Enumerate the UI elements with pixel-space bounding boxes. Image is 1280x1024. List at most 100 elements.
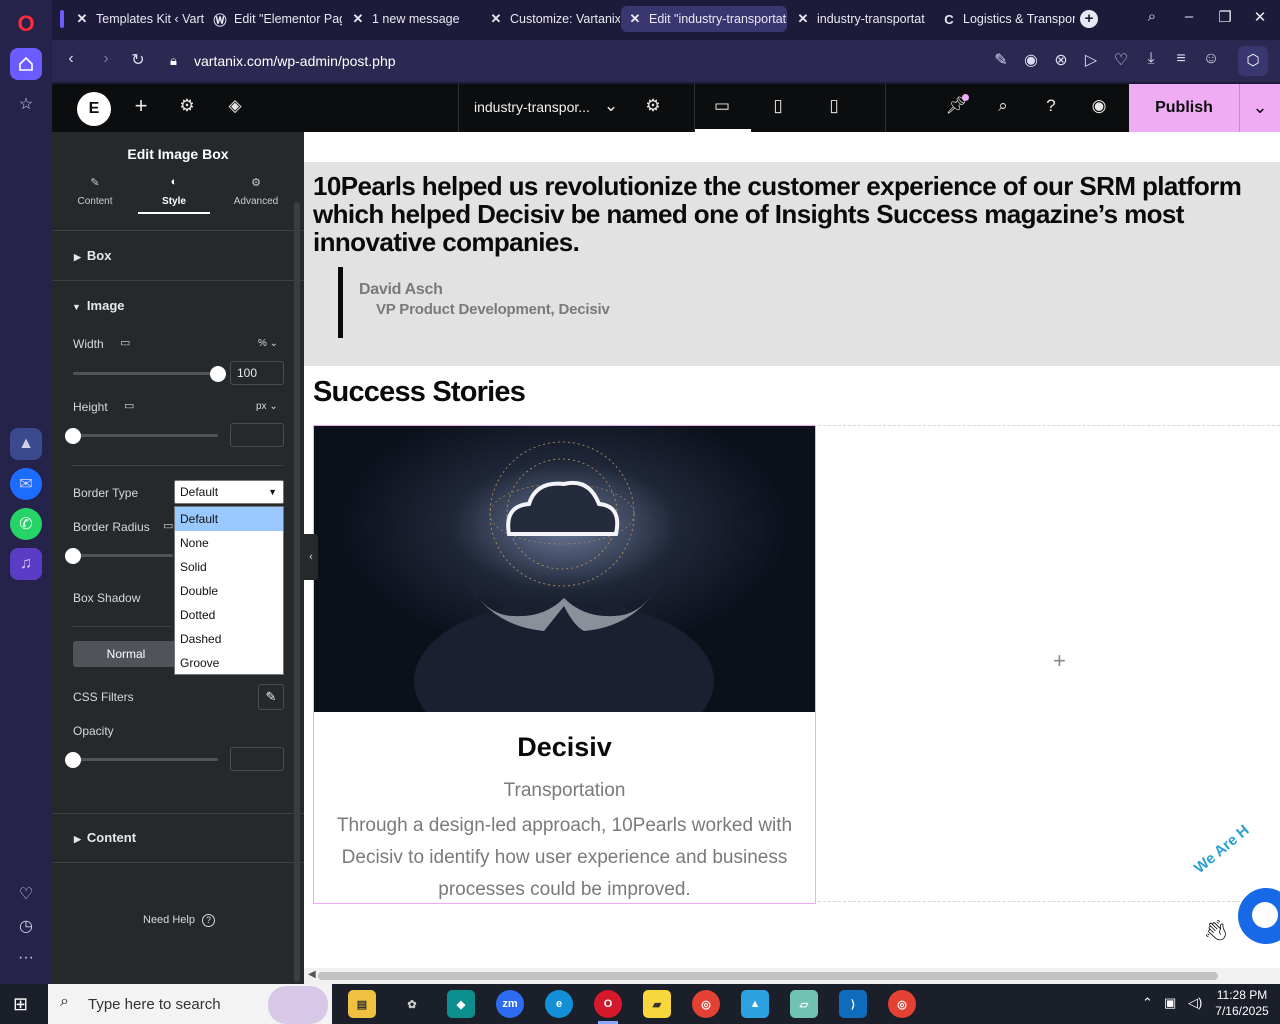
scrollbar-thumb[interactable] [318, 972, 1218, 980]
aria-app-icon[interactable]: ▲ [10, 428, 42, 460]
search-icon[interactable]: ⌕ [990, 96, 1016, 120]
tab-edit-elementor-page[interactable]: Ⓦ Edit "Elementor Page [206, 6, 342, 32]
new-tab-button[interactable]: + [1080, 10, 1098, 28]
opacity-slider-handle[interactable] [65, 752, 81, 768]
width-unit-select[interactable]: % ⌄ [258, 338, 278, 349]
tab-advanced[interactable]: ⚙ Advanced [224, 176, 288, 214]
tab-logistics[interactable]: C Logistics & Transport [935, 6, 1075, 32]
profile-icon[interactable]: ☺ [1200, 50, 1222, 68]
page-name[interactable]: industry-transpor... [474, 99, 590, 115]
volume-icon[interactable]: ◁) [1188, 995, 1202, 1011]
photos-icon[interactable]: ▲ [741, 990, 769, 1018]
edge-icon[interactable]: e [545, 990, 573, 1018]
messenger-icon[interactable]: ✉ [10, 468, 42, 500]
site-settings-icon[interactable]: ⚙︎ [174, 96, 200, 120]
tab-content[interactable]: ✎ Content [66, 176, 124, 214]
section-content[interactable]: ▶ Content [74, 830, 136, 845]
tab-edit-industry-transport[interactable]: ✕ Edit "industry-transportati [621, 6, 787, 32]
more-icon[interactable]: ··· [10, 942, 42, 974]
option-dotted[interactable]: Dotted [175, 603, 283, 627]
publish-options-chevron-icon[interactable]: ⌄ [1239, 84, 1280, 132]
border-radius-slider-handle[interactable] [65, 548, 81, 564]
sticky-notes-icon[interactable]: ▰ [643, 990, 671, 1018]
tab-customize[interactable]: ✕ Customize: Vartanix [482, 6, 620, 32]
section-image[interactable]: ▼ Image [72, 298, 125, 313]
height-input[interactable] [230, 423, 284, 447]
help-icon[interactable]: ? [1038, 96, 1064, 120]
normal-state-tab[interactable]: Normal [73, 641, 179, 667]
vscode-icon[interactable]: ⟩ [839, 990, 867, 1018]
page-settings-icon[interactable]: ⚙ [640, 96, 666, 120]
responsive-desktop-icon[interactable]: ▭ [163, 519, 173, 532]
heart-icon[interactable]: ♡ [10, 878, 42, 910]
opacity-slider[interactable] [65, 752, 218, 768]
option-default[interactable]: Default [175, 507, 283, 531]
restore-button[interactable]: ❐ [1213, 8, 1237, 26]
scroll-left-icon[interactable]: ◀ [308, 969, 316, 980]
tablet-icon[interactable]: ▯ [765, 96, 791, 120]
image-box-card[interactable]: Decisiv Transportation Through a design-… [313, 425, 816, 904]
windows-start-icon[interactable]: ⊞ [13, 994, 28, 1015]
download-icon[interactable]: ⤓ [1140, 50, 1162, 68]
app-icon[interactable]: ◆ [447, 990, 475, 1018]
width-slider-handle[interactable] [210, 366, 226, 382]
extensions-icon[interactable]: ⬡ [1238, 46, 1268, 76]
chrome-icon[interactable]: ◎ [692, 990, 720, 1018]
home-icon[interactable] [10, 48, 42, 80]
close-window-button[interactable]: ✕ [1248, 8, 1272, 26]
taskbar-search-box[interactable]: ⌕ Type here to search [48, 984, 332, 1024]
preview-eye-icon[interactable]: ◉ [1086, 96, 1112, 120]
need-help-link[interactable]: Need Help ? [143, 914, 216, 927]
border-radius-slider[interactable] [65, 548, 175, 564]
file-explorer-icon[interactable]: ▤ [348, 990, 376, 1018]
favorites-icon[interactable]: ♡ [1110, 50, 1132, 70]
responsive-desktop-icon[interactable]: ▭ [120, 336, 130, 349]
adblock-icon[interactable]: ⊗ [1050, 50, 1072, 70]
option-none[interactable]: None [175, 531, 283, 555]
option-solid[interactable]: Solid [175, 555, 283, 579]
section-box[interactable]: ▶ Box [74, 248, 111, 263]
add-widget-plus-icon[interactable]: + [1053, 648, 1066, 674]
height-slider[interactable] [65, 428, 218, 444]
history-icon[interactable]: ◷ [10, 910, 42, 942]
tab-new-message[interactable]: ✕ 1 new message [344, 6, 482, 32]
forward-icon[interactable]: › [95, 50, 117, 68]
opera-icon[interactable]: O [594, 990, 622, 1018]
option-dashed[interactable]: Dashed [175, 627, 283, 651]
chat-widget-button[interactable] [1238, 888, 1280, 944]
back-icon[interactable]: ‹ [60, 50, 82, 68]
opera-logo-icon[interactable]: O [10, 8, 42, 40]
whatsapp-icon[interactable]: ✆ [10, 508, 42, 540]
panel-scrollbar[interactable] [294, 202, 300, 982]
easy-setup-icon[interactable]: ≡ [1170, 50, 1192, 68]
card-image[interactable] [314, 426, 815, 712]
chevron-down-icon[interactable]: ⌄ [598, 96, 624, 120]
option-double[interactable]: Double [175, 579, 283, 603]
paint-icon[interactable]: ✿ [398, 990, 426, 1018]
send-icon[interactable]: ▷ [1080, 50, 1102, 70]
elementor-logo-icon[interactable]: E [77, 92, 111, 126]
minimize-button[interactable]: – [1177, 8, 1201, 25]
desktop-icon[interactable]: ▭ [709, 96, 735, 120]
zoom-icon[interactable]: zm [496, 990, 524, 1018]
structure-layers-icon[interactable]: ◈ [222, 96, 248, 120]
width-slider[interactable] [73, 366, 226, 382]
chevron-up-icon[interactable]: ⌃ [1142, 995, 1153, 1011]
reload-icon[interactable]: ↻ [127, 50, 149, 70]
url-field[interactable]: 🔒︎ vartanix.com/wp-admin/post.php [160, 44, 1040, 78]
mobile-icon[interactable]: ▯ [821, 96, 847, 120]
tab-style[interactable]: ◐ Style [138, 176, 210, 214]
star-icon[interactable]: ☆ [10, 88, 42, 120]
tab-templates-kit[interactable]: ✕Templates Kit ‹ Vartani [68, 6, 204, 32]
collapse-panel-handle[interactable]: ‹ [304, 534, 318, 580]
height-slider-handle[interactable] [65, 428, 81, 444]
responsive-desktop-icon[interactable]: ▭ [124, 399, 134, 412]
search-tabs-icon[interactable]: ⌕ [1140, 8, 1164, 25]
width-input[interactable]: 100 [230, 361, 284, 385]
horizontal-scrollbar[interactable]: ◀ [304, 968, 1280, 984]
opacity-input[interactable] [230, 747, 284, 771]
notepad-icon[interactable]: ▱ [790, 990, 818, 1018]
network-icon[interactable]: ▣ [1164, 995, 1176, 1011]
add-element-icon[interactable]: + [128, 93, 154, 118]
option-groove[interactable]: Groove [175, 651, 283, 675]
